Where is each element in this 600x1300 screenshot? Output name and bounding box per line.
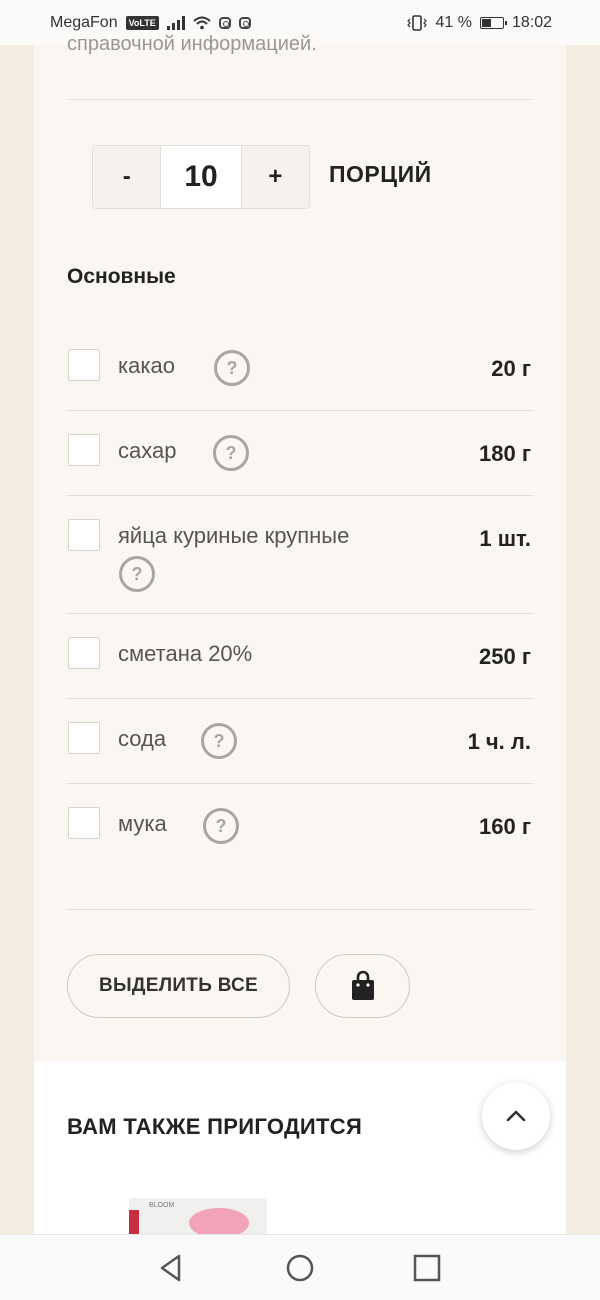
ingredient-name: какао bbox=[118, 353, 175, 378]
wifi-icon bbox=[193, 16, 211, 29]
battery-percent: 41 % bbox=[435, 13, 472, 31]
instagram-icon bbox=[238, 16, 251, 29]
ingredient-checkbox[interactable] bbox=[68, 349, 100, 381]
servings-unit-label: ПОРЦИЙ bbox=[329, 161, 432, 187]
ingredient-row: сметана 20% 250 г bbox=[67, 623, 533, 699]
related-products-title: ВАМ ТАКЖЕ ПРИГОДИТСЯ bbox=[67, 1114, 363, 1139]
ingredient-row: какао ? 20 г bbox=[67, 335, 533, 411]
shopping-bag-icon bbox=[351, 970, 374, 1000]
ingredient-checkbox[interactable] bbox=[68, 519, 100, 551]
ingredient-name: сахар bbox=[118, 438, 177, 463]
vibrate-icon bbox=[407, 14, 428, 31]
divider bbox=[67, 99, 533, 100]
divider bbox=[67, 495, 533, 496]
ingredient-row: мука ? 160 г bbox=[67, 793, 533, 869]
servings-stepper: - 10 + bbox=[92, 145, 310, 209]
ingredient-amount: 250 г bbox=[479, 644, 531, 669]
select-all-label: ВЫДЕЛИТЬ ВСЕ bbox=[98, 975, 259, 996]
ingredient-name: сметана 20% bbox=[118, 641, 253, 666]
ingredient-checkbox[interactable] bbox=[68, 807, 100, 839]
ingredient-checkbox[interactable] bbox=[68, 637, 100, 669]
help-icon[interactable]: ? bbox=[213, 435, 249, 471]
ingredient-amount: 1 шт. bbox=[479, 526, 531, 551]
help-icon[interactable]: ? bbox=[203, 808, 239, 844]
divider bbox=[67, 613, 533, 614]
chevron-up-icon bbox=[506, 1110, 526, 1122]
product-image[interactable]: BLOOM bbox=[129, 1198, 267, 1236]
help-icon[interactable]: ? bbox=[214, 350, 250, 386]
divider bbox=[67, 698, 533, 699]
ingredient-amount: 160 г bbox=[479, 814, 531, 839]
cut-off-text: справочной информацией. bbox=[67, 33, 317, 55]
carrier-name: MegaFon bbox=[50, 13, 118, 31]
ingredient-amount: 1 ч. л. bbox=[467, 729, 531, 754]
ingredient-checkbox[interactable] bbox=[68, 722, 100, 754]
ingredient-name: яйца куриные крупные bbox=[118, 523, 350, 548]
ingredient-name: мука bbox=[118, 811, 167, 836]
back-icon[interactable] bbox=[157, 1253, 187, 1283]
help-icon[interactable]: ? bbox=[119, 556, 155, 592]
ingredient-amount: 180 г bbox=[479, 441, 531, 466]
ingredient-name: сода bbox=[118, 726, 167, 751]
ingredient-row: сахар ? 180 г bbox=[67, 420, 533, 496]
select-all-button[interactable]: ВЫДЕЛИТЬ ВСЕ bbox=[67, 954, 290, 1018]
ingredient-checkbox[interactable] bbox=[68, 434, 100, 466]
home-icon[interactable] bbox=[285, 1253, 315, 1283]
divider bbox=[67, 783, 533, 784]
increase-servings-button[interactable]: + bbox=[241, 146, 309, 208]
related-products-section: ВАМ ТАКЖЕ ПРИГОДИТСЯ BLOOM bbox=[34, 1061, 566, 1236]
product-label: BLOOM bbox=[149, 1202, 175, 1209]
decrease-servings-button[interactable]: - bbox=[93, 146, 161, 208]
divider bbox=[67, 410, 533, 411]
battery-icon bbox=[479, 16, 507, 29]
clock: 18:02 bbox=[511, 13, 552, 31]
instagram-icon bbox=[218, 16, 231, 29]
recents-icon[interactable] bbox=[412, 1253, 442, 1283]
ingredient-row: яйца куриные крупные ? 1 шт. bbox=[67, 505, 533, 611]
help-icon[interactable]: ? bbox=[201, 723, 237, 759]
divider bbox=[67, 909, 533, 910]
scroll-to-top-button[interactable] bbox=[482, 1082, 550, 1150]
add-to-cart-button[interactable] bbox=[315, 954, 410, 1018]
recipe-ingredients-card: справочной информацией. - 10 + ПОРЦИЙ Ос… bbox=[34, 33, 566, 1061]
volte-icon: VoLTE bbox=[125, 15, 159, 30]
ingredient-row: сода ? 1 ч. л. bbox=[67, 708, 533, 784]
system-navigation-bar bbox=[0, 1234, 600, 1300]
ingredient-amount: 20 г bbox=[491, 356, 531, 381]
section-title: Основные bbox=[67, 265, 176, 288]
servings-value[interactable]: 10 bbox=[160, 146, 242, 208]
signal-icon bbox=[166, 15, 185, 30]
